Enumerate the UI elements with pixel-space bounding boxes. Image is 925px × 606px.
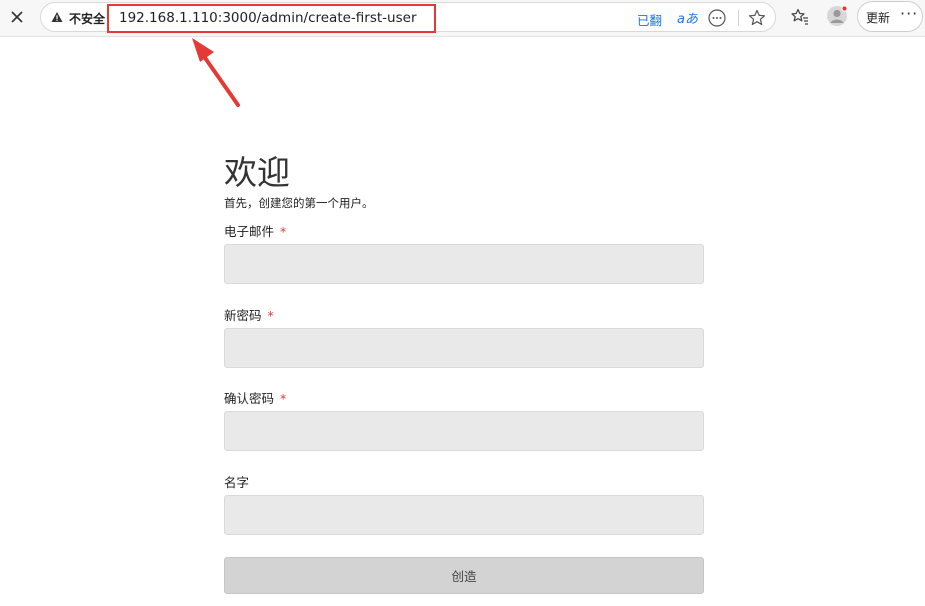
name-field[interactable]: [224, 495, 704, 535]
name-label-text: 名字: [224, 475, 250, 490]
required-marker: *: [280, 391, 287, 406]
warning-icon[interactable]: [51, 11, 63, 23]
confirm-password-field[interactable]: [224, 411, 704, 451]
more-icon[interactable]: ···: [900, 4, 918, 23]
translate-icon[interactable]: aあ: [677, 8, 698, 27]
email-label-text: 电子邮件: [224, 224, 275, 239]
translated-indicator[interactable]: 已翻: [637, 10, 662, 29]
toolbar-divider: [738, 10, 739, 26]
confirm-password-label: 确认密码 *: [224, 388, 286, 407]
email-field[interactable]: [224, 244, 704, 284]
url-highlight-box: 192.168.1.110:3000/admin/create-first-us…: [107, 4, 436, 33]
required-marker: *: [267, 308, 274, 323]
address-bar[interactable]: 不安全 192.168.1.110:3000/admin/create-firs…: [40, 2, 776, 33]
page-subtitle: 首先，创建您的第一个用户。: [224, 196, 374, 210]
close-icon[interactable]: [4, 4, 30, 30]
profile-avatar[interactable]: [826, 5, 848, 27]
new-password-label: 新密码 *: [224, 305, 274, 324]
browser-toolbar: 不安全 192.168.1.110:3000/admin/create-firs…: [0, 0, 925, 37]
more-options-icon[interactable]: [707, 8, 727, 28]
update-button[interactable]: 更新 ···: [857, 1, 923, 32]
name-label: 名字: [224, 472, 249, 491]
confirm-password-label-text: 确认密码: [224, 391, 275, 406]
star-icon[interactable]: [747, 8, 767, 28]
new-password-field[interactable]: [224, 328, 704, 368]
new-password-label-text: 新密码: [224, 308, 262, 323]
create-button[interactable]: 创造: [224, 557, 704, 594]
email-label: 电子邮件 *: [224, 221, 286, 240]
update-label: 更新: [866, 11, 891, 25]
favorites-icon[interactable]: [790, 7, 810, 27]
security-status[interactable]: 不安全: [69, 10, 105, 27]
url-text[interactable]: 192.168.1.110:3000/admin/create-first-us…: [119, 10, 417, 26]
page-title: 欢迎: [224, 153, 290, 192]
required-marker: *: [280, 224, 287, 239]
